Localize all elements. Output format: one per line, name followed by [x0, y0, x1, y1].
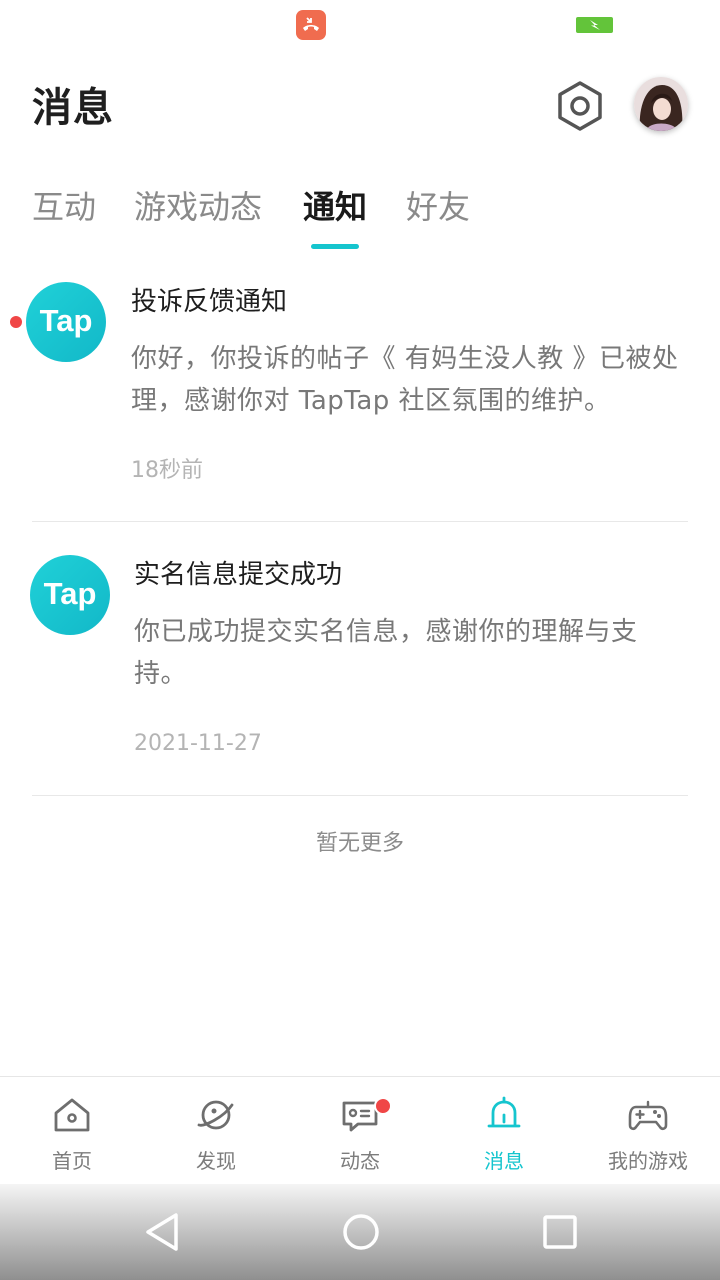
page-title: 消息: [32, 85, 114, 131]
avatar[interactable]: [634, 77, 688, 131]
tab-game-updates[interactable]: 游戏动态: [134, 182, 262, 232]
status-bar: [0, 0, 720, 50]
nav-label: 我的游戏: [608, 1149, 688, 1173]
tab-interaction[interactable]: 互动: [32, 182, 96, 232]
system-recents-button[interactable]: [538, 1210, 582, 1254]
tab-friends[interactable]: 好友: [406, 182, 470, 232]
no-more-text: 暂无更多: [315, 831, 404, 856]
planet-icon: [197, 1100, 234, 1130]
logo-text: Tap: [43, 576, 97, 611]
bottom-nav: 首页 发现 动态 消息 我的游戏: [0, 1076, 720, 1185]
settings-hexagon-icon: [558, 81, 602, 131]
taptap-logo-icon[interactable]: Tap: [30, 555, 110, 635]
call-icon: [296, 10, 326, 40]
nav-label: 动态: [340, 1149, 380, 1173]
unread-dot: [10, 316, 22, 328]
home-circle-icon: [343, 1214, 379, 1250]
notification-time: 2021-11-27: [134, 731, 262, 756]
notification-badge: [374, 1097, 392, 1115]
notification-body[interactable]: 你好，你投诉的帖子《 有妈生没人教 》已被处理，感谢你对 TapTap 社区氛围…: [131, 338, 681, 422]
settings-button[interactable]: [552, 78, 608, 134]
back-icon: [146, 1213, 178, 1251]
system-back-button[interactable]: [140, 1210, 184, 1254]
nav-label: 发现: [196, 1149, 236, 1173]
nav-feed[interactable]: 动态: [288, 1077, 432, 1185]
nav-messages[interactable]: 消息: [432, 1077, 576, 1185]
recents-icon: [543, 1215, 577, 1249]
notification-body[interactable]: 你已成功提交实名信息，感谢你的理解与支持。: [134, 611, 684, 695]
home-icon: [54, 1098, 90, 1132]
divider: [32, 795, 688, 796]
nav-label: 消息: [484, 1149, 524, 1173]
bell-icon: [487, 1096, 521, 1128]
taptap-logo-icon[interactable]: Tap: [26, 282, 106, 362]
divider: [32, 521, 688, 522]
notification-title[interactable]: 投诉反馈通知: [131, 284, 287, 320]
nav-discover[interactable]: 发现: [144, 1077, 288, 1185]
nav-home[interactable]: 首页: [0, 1077, 144, 1185]
notification-title[interactable]: 实名信息提交成功: [134, 557, 342, 593]
system-home-button[interactable]: [339, 1210, 383, 1254]
logo-text: Tap: [39, 303, 93, 338]
active-tab-indicator: [311, 244, 359, 249]
tab-notifications[interactable]: 通知: [303, 182, 367, 232]
nav-label: 首页: [52, 1149, 92, 1173]
battery-charging-icon: [576, 17, 613, 33]
nav-my-games[interactable]: 我的游戏: [576, 1077, 720, 1185]
gamepad-icon: [628, 1100, 668, 1131]
user-avatar-image: [634, 77, 688, 131]
notification-time: 18秒前: [131, 458, 203, 483]
